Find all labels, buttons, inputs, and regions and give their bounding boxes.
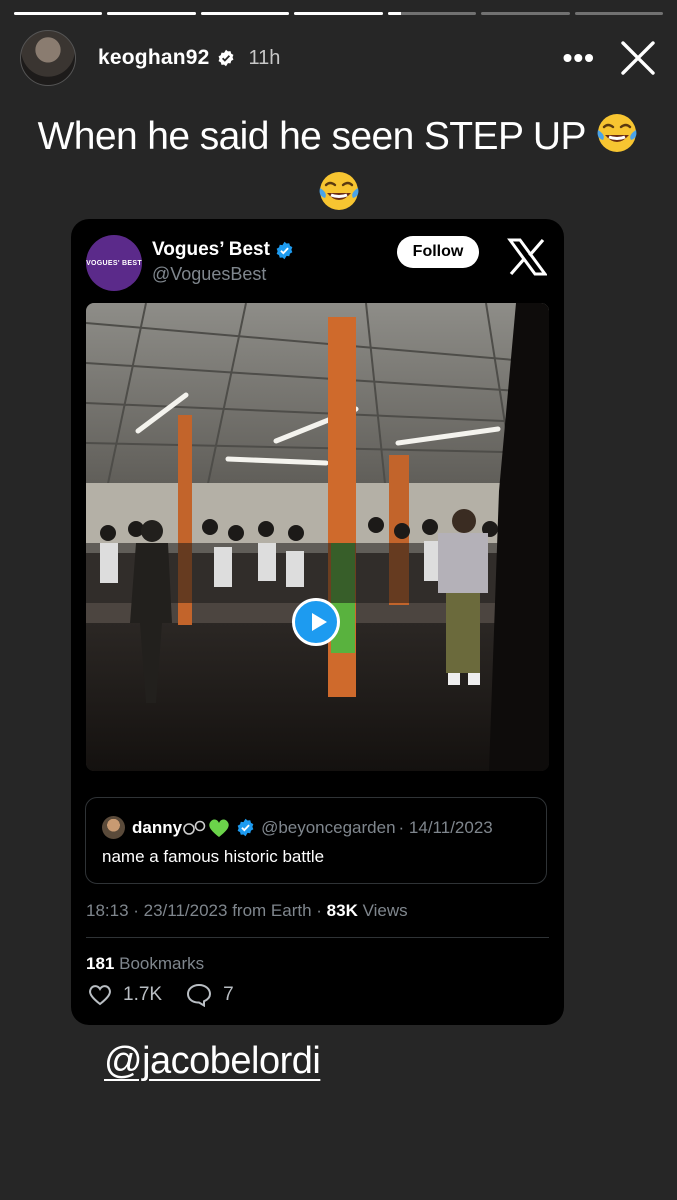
quoted-avatar [102, 816, 125, 839]
story-progress-fill [200, 12, 290, 15]
tweet-account-handle[interactable]: @VoguesBest [152, 264, 266, 285]
story-progress-segment [294, 12, 383, 15]
more-horizontal-icon[interactable]: ••• [563, 44, 595, 72]
quoted-handle: @beyoncegarden [261, 817, 396, 837]
verified-badge-icon [237, 818, 254, 837]
tweet-avatar-text: VOGUES' BEST [86, 259, 142, 267]
views-count: 83K [326, 901, 358, 920]
video-thumbnail [86, 303, 549, 771]
verified-badge-icon [276, 241, 293, 259]
quoted-tweet[interactable]: danny @beyoncegarden · 14/11/2023 name a… [85, 797, 547, 884]
views-label: Views [362, 901, 408, 920]
verified-badge-icon [218, 49, 233, 67]
story-progress-segment [481, 12, 570, 15]
story-progress-bar [14, 12, 663, 15]
caption-text: When he said he seen STEP UP [37, 115, 586, 158]
story-caption: When he said he seen STEP UP [20, 108, 657, 224]
green-heart-emoji-icon [209, 819, 229, 837]
story-progress-fill [107, 12, 196, 15]
story-progress-segment [574, 12, 663, 15]
account-name-text: Vogues’ Best [152, 239, 270, 260]
quoted-name: danny [132, 817, 183, 837]
story-progress-segment [387, 12, 477, 15]
story-header: keoghan92 11h ••• [20, 30, 657, 86]
follow-button[interactable]: Follow [397, 236, 479, 268]
tweet-timestamp: 18:13 · 23/11/2023 from Earth · [86, 901, 322, 920]
story-progress-fill [387, 12, 401, 15]
play-button-icon[interactable] [292, 598, 340, 646]
handcuffs-emoji-icon [183, 820, 206, 835]
story-progress-fill [14, 12, 103, 15]
mention-sticker[interactable]: @jacobelordi [104, 1040, 321, 1083]
reply-count: 7 [223, 984, 234, 1005]
tears-of-joy-emoji-icon [319, 172, 358, 210]
reply-bubble-icon [187, 983, 212, 1007]
tweet-video[interactable] [86, 303, 549, 771]
bookmarks-label: Bookmarks [119, 954, 205, 973]
story-progress-segment [107, 12, 196, 15]
post-time: 11h [248, 46, 281, 69]
tears-of-joy-emoji-icon [597, 114, 637, 152]
reply-button[interactable]: 7 [186, 983, 234, 1007]
tweet-actions: 1.7K 7 [88, 983, 258, 1007]
username[interactable]: keoghan92 [98, 46, 210, 70]
story-progress-segment [14, 12, 103, 15]
bookmarks-stat[interactable]: 181 Bookmarks [86, 954, 204, 974]
avatar[interactable] [20, 30, 76, 86]
close-icon[interactable] [619, 39, 657, 77]
like-count: 1.7K [123, 984, 163, 1005]
story-progress-segment [200, 12, 290, 15]
quoted-text: name a famous historic battle [102, 847, 325, 866]
tweet-card[interactable]: VOGUES' BEST Vogues’ Best @VoguesBest Fo… [71, 219, 564, 1025]
tweet-meta: 18:13 · 23/11/2023 from Earth · 83K View… [86, 901, 408, 921]
quoted-date: · 14/11/2023 [398, 817, 493, 837]
bookmarks-count: 181 [86, 954, 115, 973]
divider [86, 937, 549, 938]
heart-icon [89, 985, 111, 1006]
tweet-account-name[interactable]: Vogues’ Best [152, 239, 294, 261]
story-progress-fill [294, 12, 383, 15]
like-button[interactable]: 1.7K [88, 984, 162, 1006]
x-logo-icon[interactable] [507, 238, 547, 276]
tweet-avatar[interactable]: VOGUES' BEST [86, 235, 142, 291]
